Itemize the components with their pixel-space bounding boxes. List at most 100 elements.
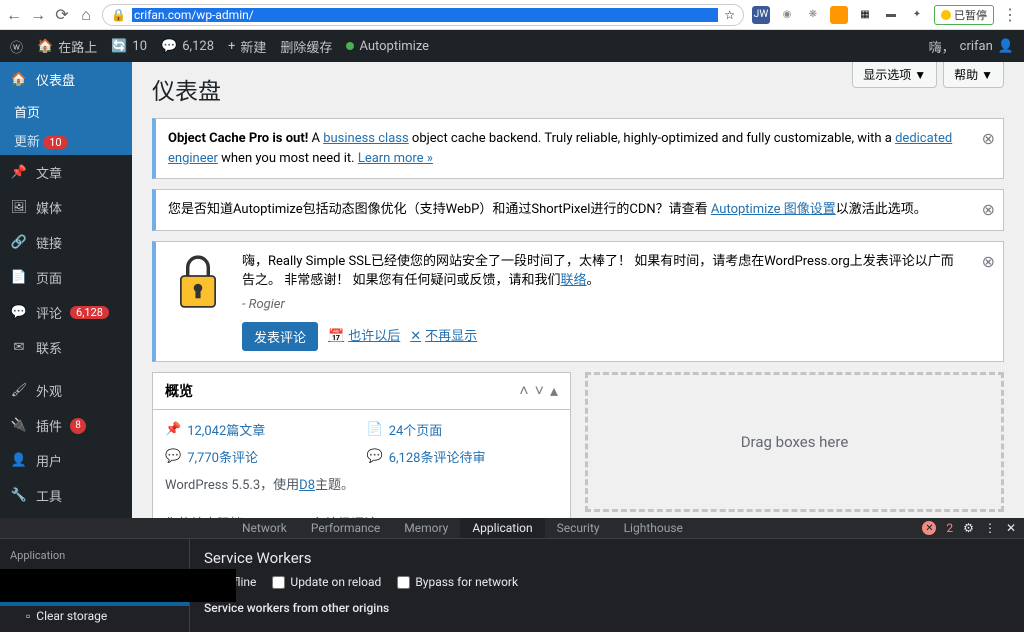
forward-icon[interactable]: → — [30, 7, 46, 23]
close-icon[interactable]: ⊗ — [982, 127, 995, 151]
submenu-updates[interactable]: 更新 10 — [0, 126, 132, 155]
tab-performance[interactable]: Performance — [299, 518, 392, 538]
review-button[interactable]: 发表评论 — [242, 322, 318, 351]
menu-pages[interactable]: 📄页面 — [0, 260, 132, 295]
menu-dashboard[interactable]: 🏠仪表盘 — [0, 62, 132, 97]
wrench-icon: 🔧 — [10, 487, 28, 505]
tab-network[interactable]: Network — [230, 518, 299, 538]
comment-icon: 💬 — [10, 304, 28, 322]
error-badge[interactable]: ✕ — [922, 521, 936, 535]
devtools-tabs: Network Performance Memory Application S… — [0, 518, 1024, 539]
update-reload-check[interactable]: Update on reload — [272, 575, 381, 589]
menu-links[interactable]: 🔗链接 — [0, 225, 132, 260]
ext-icon-2[interactable]: ◉ — [778, 6, 796, 24]
bypass-check[interactable]: Bypass for network — [397, 575, 518, 589]
pages-count-link[interactable]: 📄24个页面 — [367, 420, 559, 439]
menu-comments[interactable]: 💬评论 6,128 — [0, 295, 132, 330]
help-button[interactable]: 帮助 ▼ — [943, 62, 1004, 88]
settings-icon[interactable]: ⚙ — [963, 521, 974, 535]
menu-media[interactable]: 🖼媒体 — [0, 190, 132, 225]
ext-icon-1[interactable]: JW — [752, 6, 770, 24]
kebab-icon[interactable]: ⋮ — [984, 521, 996, 535]
posts-count-link[interactable]: 📌12,042篇文章 — [165, 420, 357, 439]
down-icon[interactable]: ˅ — [535, 381, 544, 401]
menu-posts[interactable]: 📌文章 — [0, 155, 132, 190]
calendar-icon: 📅 — [328, 327, 344, 347]
back-icon[interactable]: ← — [6, 7, 22, 23]
learn-more-link[interactable]: Learn more » — [358, 151, 433, 166]
pin-icon: 📌 — [165, 422, 181, 437]
spam-text: 您的站点阻挡了3,449,087条垃圾评论。 — [165, 513, 558, 518]
close-icon[interactable]: ✕ — [1006, 521, 1016, 535]
submenu-home[interactable]: 首页 — [0, 97, 132, 126]
main-content: 显示选项 ▼ 帮助 ▼ 仪表盘 ⊗ Object Cache Pro is ou… — [132, 62, 1024, 518]
dashboard-icon: 🏠 — [10, 71, 28, 89]
tab-security[interactable]: Security — [545, 518, 612, 538]
admin-sidebar: 🏠仪表盘 首页 更新 10 📌文章 🖼媒体 🔗链接 📄页面 💬评论 6,128 … — [0, 62, 132, 518]
toggle-icon[interactable]: ▴ — [550, 381, 558, 401]
screen-options-button[interactable]: 显示选项 ▼ — [852, 62, 937, 88]
wp-version: WordPress 5.5.3，使用D8主题。 — [165, 474, 558, 493]
star-icon[interactable]: ☆ — [724, 8, 735, 22]
wp-logo-icon[interactable]: ⓦ — [10, 37, 23, 56]
pause-badge[interactable]: 已暂停 — [934, 5, 994, 25]
error-count: 2 — [946, 521, 953, 535]
brush-icon: 🖌 — [10, 382, 28, 400]
business-class-link[interactable]: business class — [323, 131, 409, 146]
contact-link[interactable]: 联络 — [560, 273, 586, 288]
menu-appearance[interactable]: 🖌外观 — [0, 373, 132, 408]
ext-icon-3[interactable]: ❋ — [804, 6, 822, 24]
ext-icon-6[interactable]: ▬ — [882, 6, 900, 24]
theme-link[interactable]: D8 — [299, 478, 315, 493]
user-icon: 👤 — [10, 452, 28, 470]
app-section: Application — [0, 545, 189, 566]
link-icon: 🔗 — [10, 234, 28, 252]
home-icon[interactable]: ⌂ — [78, 7, 94, 23]
puzzle-icon[interactable]: ✦ — [908, 6, 926, 24]
page-icon: 📄 — [367, 422, 383, 437]
updates-link[interactable]: 🔄 10 — [111, 39, 147, 54]
notice-ssl: ⊗ 嗨，Really Simple SSL已经使您的网站安全了一段时间了，太棒了… — [152, 241, 1004, 363]
tab-memory[interactable]: Memory — [392, 518, 460, 538]
comments-count-link[interactable]: 💬7,770条评论 — [165, 447, 357, 466]
db-icon: ▫ — [26, 609, 30, 623]
ssl-lock-icon — [168, 252, 228, 312]
menu-contact[interactable]: ✉联系 — [0, 330, 132, 365]
reload-icon[interactable]: ⟳ — [54, 7, 70, 23]
dropzone[interactable]: Drag boxes here — [585, 372, 1004, 512]
overview-title: 概览 — [165, 381, 193, 401]
new-link[interactable]: + 新建 — [228, 37, 266, 56]
cache-link[interactable]: 删除缓存 — [280, 37, 332, 56]
sw-title: Service Workers — [204, 549, 1010, 567]
site-link[interactable]: 🏠 在路上 — [37, 37, 97, 56]
menu-tools[interactable]: 🔧工具 — [0, 478, 132, 513]
url-text: crifan.com/wp-admin/ — [132, 8, 718, 22]
wp-admin-bar: ⓦ 🏠 在路上 🔄 10 💬 6,128 + 新建 删除缓存 Autoptimi… — [0, 30, 1024, 62]
user-greeting[interactable]: 嗨，crifan 👤 — [929, 37, 1014, 56]
devtools-main: Service Workers Offline Update on reload… — [190, 539, 1024, 632]
tab-application[interactable]: Application — [460, 518, 544, 538]
ext-icon-5[interactable]: ▦ — [856, 6, 874, 24]
pin-icon: 📌 — [10, 164, 28, 182]
kebab-icon[interactable]: ⋮ — [1002, 7, 1018, 23]
autoptimize-settings-link[interactable]: Autoptimize 图像设置 — [711, 202, 836, 217]
clear-storage-item[interactable]: ▫Clear storage — [0, 606, 189, 626]
never-show-link[interactable]: ✕不再显示 — [410, 327, 477, 347]
black-overlay — [0, 569, 236, 602]
menu-plugins[interactable]: 🔌插件 8 — [0, 408, 132, 443]
tab-lighthouse[interactable]: Lighthouse — [612, 518, 695, 538]
close-icon[interactable]: ⊗ — [982, 250, 995, 274]
maybe-later-link[interactable]: 📅也许以后 — [328, 327, 400, 347]
autoptimize-link[interactable]: Autoptimize — [346, 39, 429, 54]
close-icon[interactable]: ⊗ — [982, 198, 995, 222]
menu-users[interactable]: 👤用户 — [0, 443, 132, 478]
other-origins-heading: Service workers from other origins — [204, 601, 1010, 615]
ext-icon-4[interactable] — [830, 6, 848, 24]
browser-toolbar: ← → ⟳ ⌂ 🔒 crifan.com/wp-admin/ ☆ JW ◉ ❋ … — [0, 0, 1024, 30]
url-bar[interactable]: 🔒 crifan.com/wp-admin/ ☆ — [102, 4, 744, 26]
x-icon: ✕ — [410, 327, 421, 347]
up-icon[interactable]: ˄ — [519, 381, 528, 401]
comments-link[interactable]: 💬 6,128 — [161, 39, 214, 54]
pending-count-link[interactable]: 💬6,128条评论待审 — [367, 447, 559, 466]
mail-icon: ✉ — [10, 339, 28, 357]
